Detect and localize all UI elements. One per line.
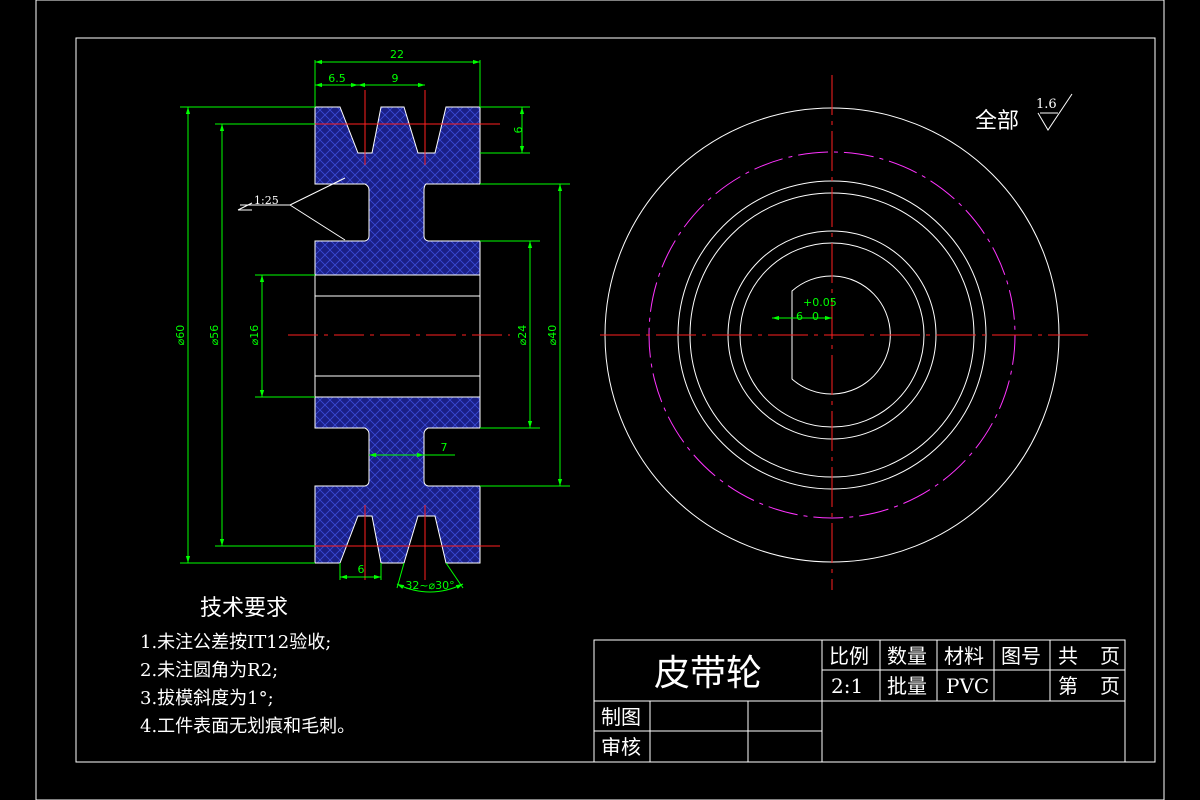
tb-qty-label: 数量 [887,644,927,668]
surface-roughness: 全部 1.6 [975,93,1073,134]
dim-groove-width: 6 [358,563,365,576]
section-view: 22 6.5 9 6 1:25 ⌀60 ⌀56 ⌀16 ⌀24 ⌀40 7 6 … [174,48,570,593]
tb-drawn-label: 制图 [601,705,641,729]
dim-dia-bore: ⌀16 [248,325,261,346]
tech-item-3: 3.拔模斜度为1°; [140,688,274,709]
tb-material-label: 材料 [944,644,984,668]
tb-drawing-no-label: 图号 [1001,644,1041,668]
section-hatch [314,106,481,276]
tech-item-2: 2.未注圆角为R2; [140,660,278,681]
tech-item-4: 4.工件表面无划痕和毛刺。 [140,716,355,737]
drawing-title: 皮带轮 [654,653,762,694]
tech-heading: 技术要求 [200,596,288,621]
dim-dia-pitch: ⌀56 [208,325,221,346]
tb-sheet-label: 第 [1058,674,1078,698]
dim-dia-outer: ⌀60 [174,325,187,346]
dim-web-width: 7 [441,441,448,454]
tech-item-1: 1.未注公差按IT12验收; [140,632,331,653]
tb-scale-value: 2:1 [831,674,863,698]
dim-groove-depth: 6 [512,127,525,134]
roughness-value: 1.6 [1036,97,1057,112]
dim-dia-hub: ⌀24 [516,325,529,346]
dim-overall-width: 22 [390,48,404,61]
tb-checked-label: 审核 [601,735,641,759]
dim-keyway-tol-upper: +0.05 [803,296,837,309]
dim-groove-taper: 1:25 [254,194,279,207]
dim-groove-pitch: 9 [392,72,399,85]
dim-keyway-tol-lower: 0 [812,310,819,323]
dim-dia-rim-inner: ⌀40 [546,325,559,346]
tb-total-label: 共 [1058,644,1078,668]
tb-sheet-unit: 页 [1100,674,1120,698]
dim-keyway-width: 6 [796,310,803,323]
tech-requirements: 技术要求 1.未注公差按IT12验收; 2.未注圆角为R2; 3.拔模斜度为1°… [140,596,355,737]
front-view: 6 +0.05 0 [600,75,1090,590]
cad-drawing-sheet: 22 6.5 9 6 1:25 ⌀60 ⌀56 ⌀16 ⌀24 ⌀40 7 6 … [35,0,1165,800]
tb-batch-label: 批量 [887,674,927,698]
tb-scale-label: 比例 [829,644,869,668]
roughness-prefix: 全部 [975,109,1019,134]
dim-groove-offset: 6.5 [328,72,346,85]
inner-border [75,37,1156,763]
section-hatch-lower [314,396,481,564]
dim-groove-angle: 32~⌀30° [405,579,454,592]
tb-material-value: PVC [946,674,989,698]
tb-total-unit: 页 [1100,644,1120,668]
